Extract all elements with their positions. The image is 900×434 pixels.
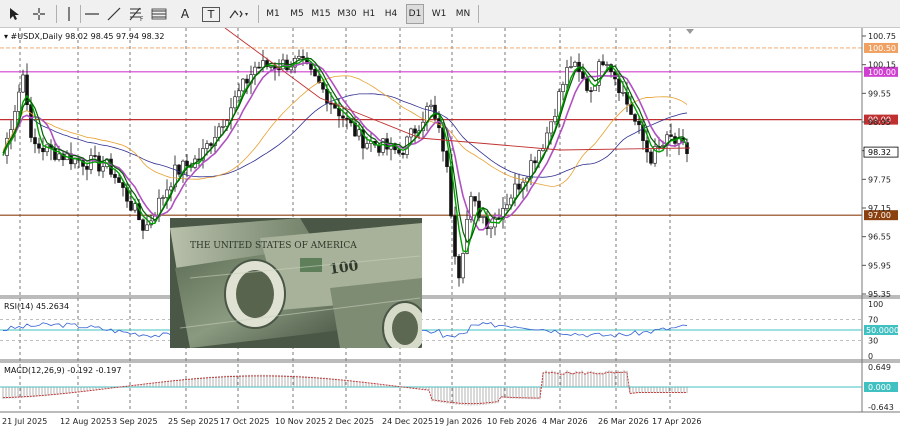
date-tick: 3 Sep 2025 (112, 417, 158, 426)
date-tick: 17 Apr 2026 (652, 417, 701, 426)
rsi-tick: 30 (868, 336, 878, 345)
timeframe-m30-button[interactable]: M30 (336, 4, 358, 24)
svg-text:THE UNITED STATES OF AMERICA: THE UNITED STATES OF AMERICA (190, 241, 357, 251)
trendline-icon[interactable] (106, 4, 122, 24)
date-tick: 10 Feb 2026 (487, 417, 537, 426)
timeframe-m1-button[interactable]: M1 (264, 4, 282, 24)
macd-zero-label: 0.000 (864, 382, 898, 392)
price-tick: 100.75 (868, 32, 896, 41)
date-tick: 10 Nov 2025 (275, 417, 326, 426)
label-tool-button[interactable]: T (202, 7, 220, 22)
price-tick: 95.95 (868, 261, 891, 270)
timeframe-d1-button[interactable]: D1 (406, 4, 424, 24)
cursor-icon[interactable] (6, 4, 22, 24)
hline-price-label: 100.50 (864, 42, 898, 53)
date-tick: 21 Jul 2025 (2, 417, 47, 426)
toolbar: F A T M1 M5 M15 M30 H1 H4 D1 W1 MN (0, 0, 900, 28)
vertical-line-icon[interactable] (62, 4, 76, 24)
date-tick: 4 Mar 2026 (542, 417, 588, 426)
date-tick: 25 Sep 2025 (168, 417, 219, 426)
date-tick: 12 Aug 2025 (60, 417, 111, 426)
crosshair-icon[interactable] (30, 4, 48, 24)
svg-text:0.000: 0.000 (868, 383, 891, 392)
horizontal-line-icon[interactable] (84, 4, 100, 24)
date-tick: 19 Jan 2026 (434, 417, 482, 426)
fibonacci-icon[interactable]: F (128, 4, 146, 24)
macd-tick: 0.649 (868, 363, 891, 372)
main-pane[interactable] (0, 28, 862, 412)
svg-text:100.50: 100.50 (868, 44, 896, 53)
timeframe-h1-button[interactable]: H1 (360, 4, 378, 24)
current-price-label: 98.32 (863, 146, 899, 158)
price-tick: 99.55 (868, 89, 891, 98)
symbol-label: ▾ #USDX,Daily 98.02 98.45 97.94 98.32 (4, 32, 164, 41)
date-tick: 17 Oct 2025 (220, 417, 269, 426)
macd-pane[interactable]: MACD(12,26,9) -0.192 -0.197 0.649 -0.643 0.… (0, 363, 898, 412)
svg-text:98.32: 98.32 (868, 148, 891, 157)
price-tick: 95.35 (868, 290, 891, 299)
date-tick: 24 Dec 2025 (382, 417, 433, 426)
price-tick: 97.15 (868, 204, 891, 213)
svg-text:50.0000: 50.0000 (866, 326, 899, 335)
timeframe-m15-button[interactable]: M15 (310, 4, 332, 24)
date-tick: 2 Dec 2025 (328, 417, 374, 426)
macd-signal-line (2, 371, 687, 405)
price-tick: 100.15 (868, 61, 896, 70)
rsi-level-label: 50.0000 (864, 325, 899, 335)
text-tool-button[interactable]: A (178, 4, 192, 24)
rsi-tick: 0 (868, 352, 873, 361)
timeframe-h4-button[interactable]: H4 (382, 4, 400, 24)
timeframe-m5-button[interactable]: M5 (288, 4, 306, 24)
price-tick: 96.55 (868, 233, 891, 242)
date-tick: 26 Mar 2026 (598, 417, 649, 426)
dollar-bills-image: 100 THE UNITED STATES OF AMERICA (170, 218, 422, 348)
timeframe-mn-button[interactable]: MN (452, 4, 474, 24)
macd-tick: -0.643 (868, 403, 894, 412)
rsi-pane[interactable]: RSI(14) 45.2634100705030050.0000 (0, 300, 899, 361)
macd-label: MACD(12,26,9) -0.192 -0.197 (4, 366, 121, 375)
rsi-tick: 100 (868, 300, 883, 309)
timeframe-w1-button[interactable]: W1 (430, 4, 448, 24)
arrows-menu-icon[interactable] (226, 4, 252, 24)
svg-text:F: F (140, 16, 144, 21)
chart-area[interactable]: RSI(14) 45.2634100705030050.0000 MACD(12… (0, 28, 900, 434)
price-tick: 97.75 (868, 175, 891, 184)
rsi-tick: 70 (868, 316, 878, 325)
rsi-label: RSI(14) 45.2634 (4, 302, 69, 311)
channel-icon[interactable] (150, 4, 168, 24)
price-tick: 98.95 (868, 118, 891, 127)
